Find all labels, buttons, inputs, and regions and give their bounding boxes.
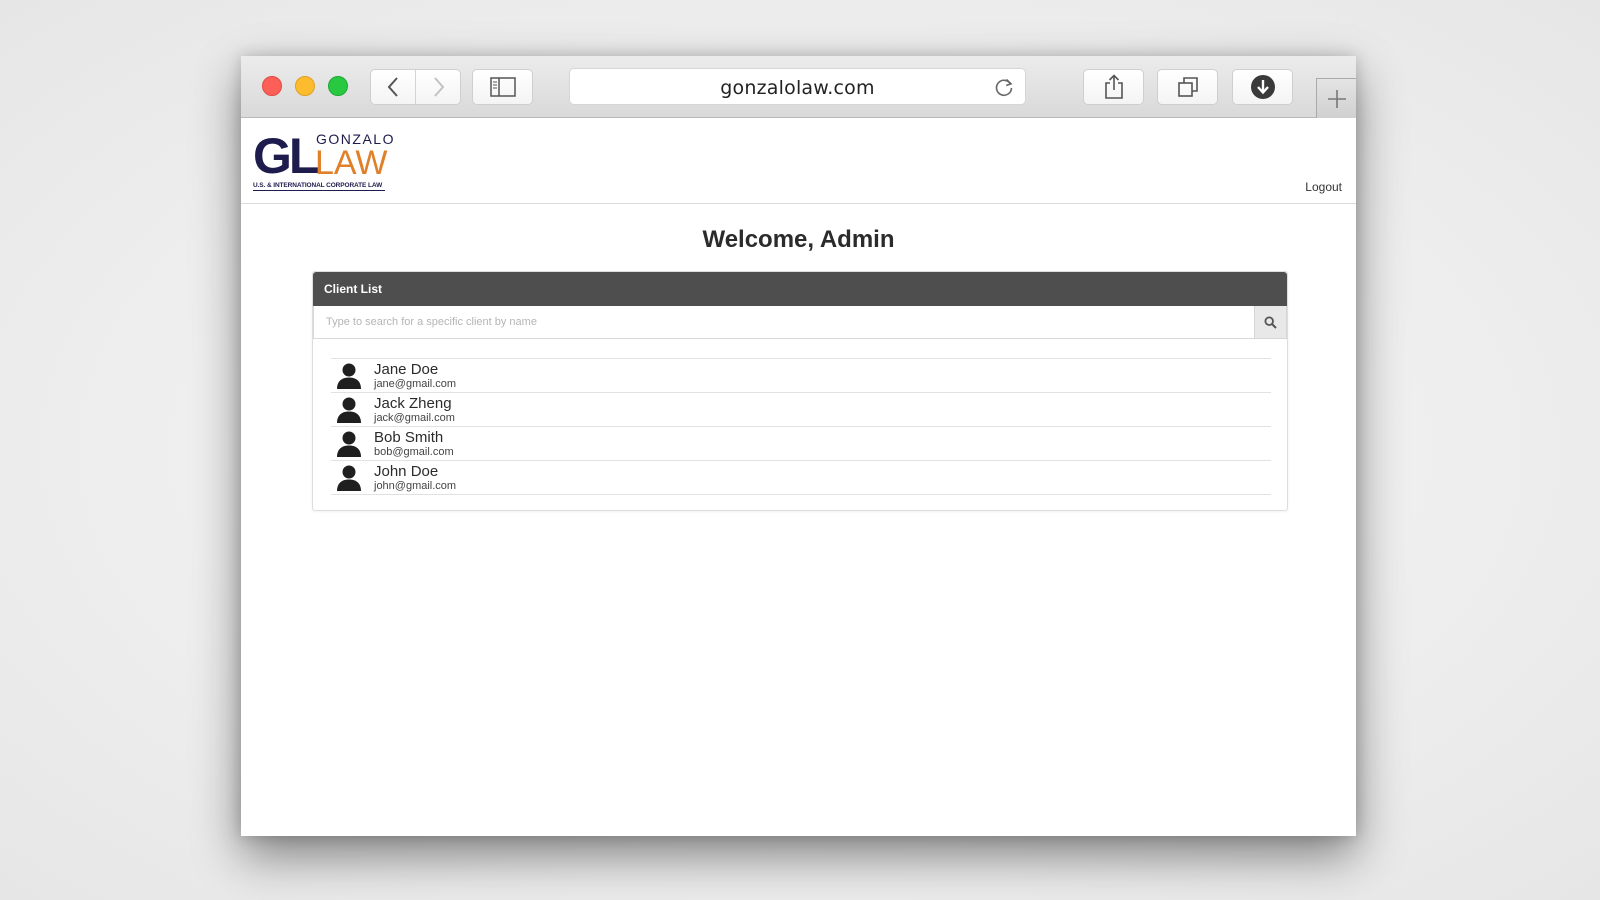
chevron-left-icon bbox=[387, 77, 398, 97]
client-list-panel: Client List Jane Doe jane@ bbox=[312, 271, 1288, 511]
client-email: jack@gmail.com bbox=[374, 412, 455, 424]
sidebar-toggle-button[interactable] bbox=[472, 69, 533, 105]
client-row[interactable]: Jane Doe jane@gmail.com bbox=[331, 359, 1271, 393]
client-row[interactable]: John Doe john@gmail.com bbox=[331, 461, 1271, 495]
show-tabs-button[interactable] bbox=[1157, 69, 1218, 105]
client-name: John Doe bbox=[374, 463, 439, 480]
web-page: GL GONZALO LAW U.S. & INTERNATIONAL CORP… bbox=[241, 118, 1356, 836]
client-search-input[interactable] bbox=[313, 306, 1255, 339]
user-icon bbox=[337, 465, 361, 491]
download-icon bbox=[1250, 75, 1275, 99]
user-icon bbox=[337, 363, 361, 389]
address-bar[interactable]: gonzalolaw.com bbox=[569, 68, 1026, 105]
zoom-window-button[interactable] bbox=[328, 76, 348, 96]
reload-icon bbox=[995, 78, 1013, 97]
client-list: Jane Doe jane@gmail.com Jack Zheng jack@… bbox=[331, 358, 1271, 495]
reload-button[interactable] bbox=[993, 76, 1015, 103]
search-icon bbox=[1264, 315, 1277, 329]
client-name: Jane Doe bbox=[374, 361, 439, 378]
search-button[interactable] bbox=[1254, 306, 1287, 339]
client-name: Bob Smith bbox=[374, 429, 444, 446]
client-row[interactable]: Bob Smith bob@gmail.com bbox=[331, 427, 1271, 461]
client-search-row bbox=[313, 306, 1287, 339]
url-text: gonzalolaw.com bbox=[720, 77, 875, 99]
tabs-icon bbox=[1177, 77, 1198, 97]
page-title: Welcome, Admin bbox=[702, 226, 895, 253]
client-row[interactable]: Jack Zheng jack@gmail.com bbox=[331, 393, 1271, 427]
site-header: GL GONZALO LAW U.S. & INTERNATIONAL CORP… bbox=[241, 118, 1356, 204]
logo-initials: GL bbox=[253, 128, 319, 184]
sidebar-icon bbox=[489, 77, 516, 97]
downloads-button[interactable] bbox=[1232, 69, 1293, 105]
navigation-buttons bbox=[370, 69, 461, 105]
client-email: john@gmail.com bbox=[374, 480, 457, 492]
client-email: bob@gmail.com bbox=[374, 446, 454, 458]
plus-icon bbox=[1327, 89, 1346, 108]
logo-tagline: U.S. & INTERNATIONAL CORPORATE LAW bbox=[253, 182, 385, 191]
browser-toolbar: gonzalolaw.com bbox=[241, 56, 1356, 118]
chevron-right-icon bbox=[433, 77, 444, 97]
back-button[interactable] bbox=[371, 70, 416, 104]
share-icon bbox=[1104, 74, 1123, 99]
logout-link[interactable]: Logout bbox=[1305, 180, 1342, 194]
gonzalo-law-logo[interactable]: GL GONZALO LAW U.S. & INTERNATIONAL CORP… bbox=[253, 128, 393, 196]
panel-title: Client List bbox=[313, 272, 1287, 306]
share-button[interactable] bbox=[1083, 69, 1144, 105]
close-window-button[interactable] bbox=[262, 76, 282, 96]
client-email: jane@gmail.com bbox=[374, 378, 457, 390]
client-name: Jack Zheng bbox=[374, 395, 452, 412]
user-icon bbox=[337, 397, 361, 423]
forward-button[interactable] bbox=[416, 70, 461, 104]
user-icon bbox=[337, 431, 361, 457]
minimize-window-button[interactable] bbox=[295, 76, 315, 96]
logo-bottom-word: LAW bbox=[315, 144, 388, 182]
browser-window: gonzalolaw.com GL GONZALO LAW U.S. & INT… bbox=[241, 56, 1356, 836]
new-tab-button[interactable] bbox=[1316, 78, 1356, 118]
